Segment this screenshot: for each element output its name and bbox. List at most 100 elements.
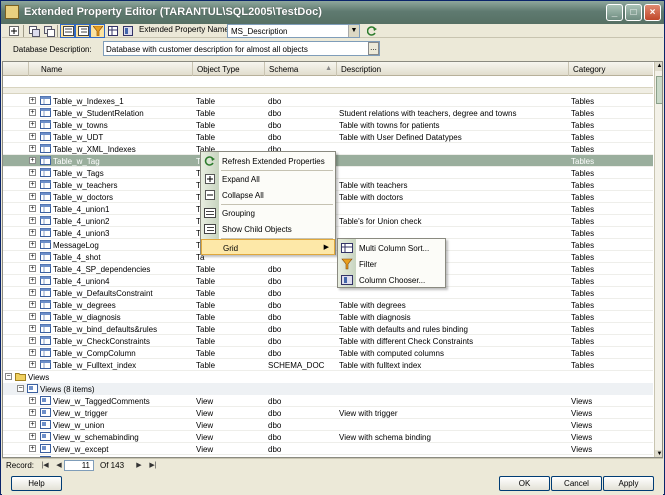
menu-expand-all[interactable]: Expand All (201, 171, 335, 187)
db-description-edit-button[interactable]: ... (368, 42, 379, 55)
menu-collapse-all-label: Collapse All (222, 191, 264, 200)
group-band (3, 88, 653, 94)
close-button[interactable]: × (644, 4, 661, 21)
last-record-icon[interactable]: ▶| (148, 461, 158, 470)
expand-row-icon[interactable]: + (29, 289, 36, 296)
expand-row-icon[interactable]: + (29, 217, 36, 224)
help-button[interactable]: Help (11, 476, 62, 491)
cell-object-type: View (196, 397, 214, 406)
expand-row-icon[interactable]: + (29, 145, 36, 152)
filter-icon[interactable] (90, 24, 105, 38)
table-icon (40, 192, 51, 201)
show-child-objects-icon[interactable] (75, 24, 90, 38)
property-name-combo[interactable]: MS_Description ▼ (227, 24, 360, 38)
expand-row-icon[interactable]: + (29, 421, 36, 428)
title-bar[interactable]: Extended Property Editor (TARANTUL\SQL20… (1, 1, 664, 24)
record-total: Of 143 (100, 461, 125, 470)
grouping-icon[interactable] (60, 24, 75, 38)
expand-row-icon[interactable]: + (29, 109, 36, 116)
menu-grouping[interactable]: Grouping (201, 205, 335, 221)
column-chooser-icon[interactable] (120, 24, 135, 38)
table-icon (40, 132, 51, 141)
expand-row-icon[interactable]: + (29, 229, 36, 236)
next-record-icon[interactable]: ▶ (134, 461, 144, 470)
db-description-field[interactable]: Database with customer description for a… (103, 41, 380, 56)
subgroup-row-views[interactable]: − Views (8 items) (3, 383, 653, 395)
cell-schema: dbo (268, 409, 282, 418)
header-schema-label: Schema (269, 65, 299, 74)
scroll-thumb[interactable] (656, 76, 662, 104)
cell-name: View_w_schemabinding (53, 433, 139, 442)
maximize-button[interactable]: □ (625, 4, 642, 21)
grid-header: Name Object Type Schema ▲ Description Cat… (3, 62, 653, 76)
expand-row-icon[interactable]: + (29, 253, 36, 260)
record-current-input[interactable]: 11 (64, 460, 94, 471)
grid-icon[interactable] (105, 24, 120, 38)
expand-row-icon[interactable]: + (29, 409, 36, 416)
cell-schema: dbo (268, 397, 282, 406)
group-row-views[interactable]: − Views (3, 371, 653, 383)
filter-icon (341, 258, 353, 270)
expand-row-icon[interactable]: + (29, 325, 36, 332)
expand-row-icon[interactable]: + (29, 349, 36, 356)
menu-collapse-all[interactable]: Collapse All (201, 187, 335, 203)
collapse-group-icon[interactable]: − (17, 385, 24, 392)
copy-icon[interactable] (26, 24, 41, 38)
expand-row-icon[interactable]: + (29, 397, 36, 404)
header-description[interactable]: Description (337, 62, 569, 76)
header-name[interactable]: Name (29, 62, 193, 76)
expand-row-icon[interactable]: + (29, 157, 36, 164)
expand-icon[interactable] (6, 24, 21, 38)
expand-row-icon[interactable]: + (29, 181, 36, 188)
cell-category: Tables (571, 289, 595, 298)
multi-sort-icon (341, 243, 353, 253)
cell-description: Table with degrees (339, 301, 406, 310)
vertical-scrollbar[interactable]: ▲ ▼ (654, 62, 662, 457)
menu-filter[interactable]: Filter (338, 256, 445, 272)
header-object-type[interactable]: Object Type (193, 62, 265, 76)
expand-row-icon[interactable]: + (29, 265, 36, 272)
menu-refresh-properties[interactable]: Refresh Extended Properties (201, 153, 335, 169)
cell-description: View with trigger (339, 409, 398, 418)
prev-record-icon[interactable]: ◀ (54, 461, 64, 470)
cell-schema: dbo (268, 421, 282, 430)
cancel-button[interactable]: Cancel (551, 476, 602, 491)
menu-column-chooser[interactable]: Column Chooser... (338, 272, 445, 288)
expand-row-icon[interactable]: + (29, 361, 36, 368)
cell-category: Tables (571, 169, 595, 178)
context-menu: Refresh Extended Properties Expand All C… (200, 151, 336, 255)
expand-row-icon[interactable]: + (29, 313, 36, 320)
header-category[interactable]: Category (569, 62, 653, 76)
expand-row-icon[interactable]: + (29, 205, 36, 212)
scroll-down-icon[interactable]: ▼ (655, 450, 662, 457)
expand-row-icon[interactable]: + (29, 277, 36, 284)
first-record-icon[interactable]: |◀ (40, 461, 50, 470)
expand-row-icon[interactable]: + (29, 433, 36, 440)
expand-row-icon[interactable]: + (29, 301, 36, 308)
cell-category: Tables (571, 205, 595, 214)
paste-icon[interactable] (41, 24, 56, 38)
expand-row-icon[interactable]: + (29, 97, 36, 104)
expand-row-icon[interactable]: + (29, 121, 36, 128)
refresh-icon[interactable] (364, 24, 379, 38)
expand-row-icon[interactable]: + (29, 169, 36, 176)
collapse-group-icon[interactable]: − (5, 373, 12, 380)
expand-row-icon[interactable]: + (29, 241, 36, 248)
apply-button[interactable]: Apply (603, 476, 654, 491)
table-icon (40, 120, 51, 129)
minimize-button[interactable]: _ (606, 4, 623, 21)
header-schema[interactable]: Schema ▲ (265, 62, 337, 76)
cell-object-type: Table (196, 121, 216, 130)
scroll-up-icon[interactable]: ▲ (655, 62, 662, 71)
cell-description: Table with fulltext index (339, 361, 422, 370)
expand-row-icon[interactable]: + (29, 445, 36, 452)
menu-multi-column-sort[interactable]: Multi Column Sort... (338, 240, 445, 256)
menu-show-child-objects[interactable]: Show Child Objects (201, 221, 335, 237)
expand-row-icon[interactable]: + (29, 133, 36, 140)
expand-row-icon[interactable]: + (29, 337, 36, 344)
filter-row[interactable] (3, 76, 653, 88)
ok-button[interactable]: OK (499, 476, 550, 491)
chevron-down-icon[interactable]: ▼ (348, 25, 359, 37)
menu-grid[interactable]: Grid ▶ (201, 239, 335, 255)
expand-row-icon[interactable]: + (29, 193, 36, 200)
